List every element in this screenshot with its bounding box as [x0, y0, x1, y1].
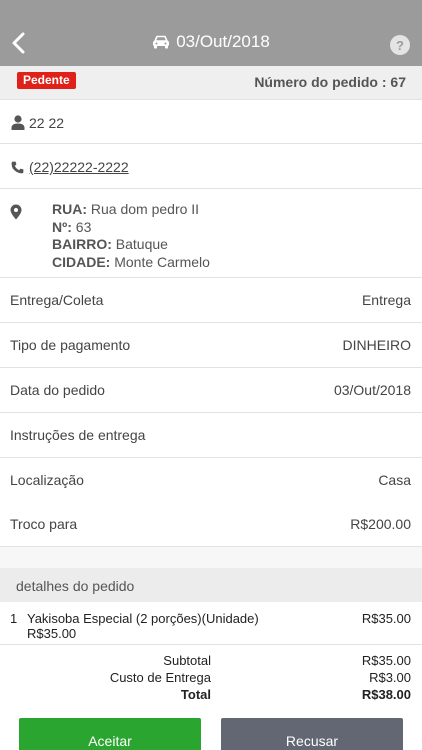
customer-name-row: 22 22 — [0, 100, 422, 144]
user-icon — [11, 115, 25, 130]
field-value: Casa — [378, 472, 411, 488]
address-city: CIDADE: Monte Carmelo — [52, 254, 210, 272]
field-label: Localização — [10, 472, 84, 488]
section-divider — [0, 547, 422, 568]
field-value: DINHEIRO — [342, 337, 411, 353]
city-label: CIDADE: — [52, 253, 111, 270]
field-label: Tipo de pagamento — [10, 337, 131, 353]
map-pin-icon — [10, 204, 22, 220]
field-value: Entrega — [361, 292, 411, 308]
total-label: Total — [180, 687, 211, 702]
item-quantity: 1 — [10, 611, 18, 626]
district-label: BAIRRO: — [52, 236, 112, 252]
subtotal-label: Subtotal — [163, 653, 211, 668]
field-value: 03/Out/2018 — [333, 382, 411, 398]
customer-name: 22 22 — [29, 115, 65, 131]
item-name: Yakisoba Especial (2 porções)(Unidade) — [27, 611, 259, 626]
item-unit-price: R$35.00 — [27, 626, 77, 641]
street-value: Rua dom pedro II — [90, 201, 200, 217]
help-button[interactable]: ? — [390, 35, 410, 55]
delivery-type-row: Entrega/Coleta Entrega — [0, 278, 422, 323]
address-street: RUA: Rua dom pedro II — [52, 201, 210, 219]
district-value: Batuque — [115, 236, 168, 252]
order-status-bar: Pedente Número do pedido : 67 — [0, 66, 422, 100]
location-row: Localização Casa — [0, 458, 422, 503]
phone-row: (22)22222-2222 — [0, 144, 422, 189]
number-label: Nº: — [52, 218, 72, 235]
payment-type-row: Tipo de pagamento DINHEIRO — [0, 323, 422, 368]
number-value: 63 — [75, 218, 92, 235]
item-price: R$35.00 — [361, 611, 411, 626]
order-date-row: Data do pedido 03/Out/2018 — [0, 368, 422, 413]
address-block: RUA: Rua dom pedro II Nº: 63 BAIRRO: Bat… — [52, 201, 210, 271]
section-title: detalhes do pedido — [16, 578, 135, 594]
phone-link[interactable]: (22)22222-2222 — [29, 159, 129, 175]
field-label: Entrega/Coleta — [10, 292, 104, 308]
refuse-button[interactable]: Recusar — [221, 718, 403, 750]
phone-icon — [11, 161, 24, 174]
status-badge: Pedente — [17, 72, 76, 89]
page-title: 03/Out/2018 — [176, 32, 270, 51]
field-value: R$200.00 — [350, 516, 411, 532]
change-for-row: Troco para R$200.00 — [0, 502, 422, 547]
city-value: Monte Carmelo — [114, 253, 210, 270]
nav-bar: 03/Out/2018 ? — [0, 0, 422, 66]
field-label: Instruções de entrega — [10, 427, 146, 443]
item-description: Yakisoba Especial (2 porções)(Unidade) R… — [27, 611, 259, 641]
delivery-fee-label: Custo de Entrega — [109, 670, 211, 685]
total-value: R$38.00 — [361, 687, 411, 702]
nav-title: 03/Out/2018 — [0, 32, 422, 52]
list-item: 1 Yakisoba Especial (2 porções)(Unidade)… — [0, 603, 422, 645]
address-row: RUA: Rua dom pedro II Nº: 63 BAIRRO: Bat… — [0, 189, 422, 278]
delivery-instructions-row: Instruções de entrega — [0, 413, 422, 458]
address-number: Nº: 63 — [52, 219, 210, 237]
order-number: Número do pedido : 67 — [254, 74, 406, 90]
address-district: BAIRRO: Batuque — [52, 236, 210, 254]
order-details-header: detalhes do pedido — [0, 568, 422, 602]
field-label: Troco para — [10, 516, 78, 532]
car-icon — [153, 35, 170, 49]
order-totals: Subtotal R$35.00 Custo de Entrega R$3.00… — [0, 650, 422, 702]
field-label: Data do pedido — [10, 382, 105, 398]
delivery-fee-value: R$3.00 — [369, 670, 411, 685]
accept-button[interactable]: Aceitar — [19, 718, 201, 750]
street-label: RUA: — [52, 201, 87, 217]
subtotal-value: R$35.00 — [361, 653, 411, 668]
